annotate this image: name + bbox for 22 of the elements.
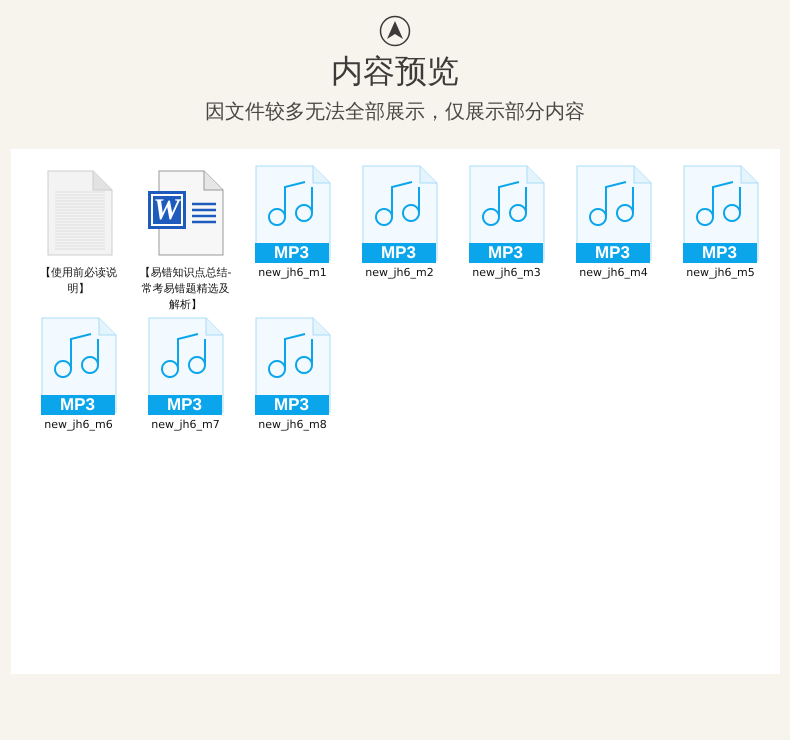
page-subtitle: 因文件较多无法全部展示，仅展示部分内容 [205, 98, 585, 125]
file-name[interactable]: new_jh6_m3 [458, 265, 554, 281]
file-type-badge: MP3 [468, 243, 542, 263]
file-type-badge: MP3 [682, 243, 756, 263]
word-badge: W [148, 191, 186, 229]
file-type-badge: MP3 [254, 395, 328, 415]
file-type-badge: MP3 [40, 395, 114, 415]
file-name[interactable]: new_jh6_m8 [244, 417, 340, 433]
document-icon [46, 170, 112, 256]
file-name[interactable]: 【使用前必读说明】 [30, 265, 126, 297]
file-name[interactable]: new_jh6_m7 [138, 417, 234, 433]
file-name[interactable]: new_jh6_m4 [566, 265, 662, 281]
file-type-badge: MP3 [362, 243, 436, 263]
file-name[interactable]: new_jh6_m6 [30, 417, 126, 433]
file-type-badge: MP3 [148, 395, 222, 415]
file-type-badge: MP3 [576, 243, 650, 263]
file-type-badge: MP3 [254, 243, 328, 263]
file-name[interactable]: 【易错知识点总结-常考易错题精选及解析】 [138, 265, 234, 313]
page-title: 内容预览 [331, 51, 459, 91]
file-name[interactable]: new_jh6_m2 [352, 265, 448, 281]
file-name[interactable]: new_jh6_m1 [244, 265, 340, 281]
file-name[interactable]: new_jh6_m5 [672, 265, 768, 281]
